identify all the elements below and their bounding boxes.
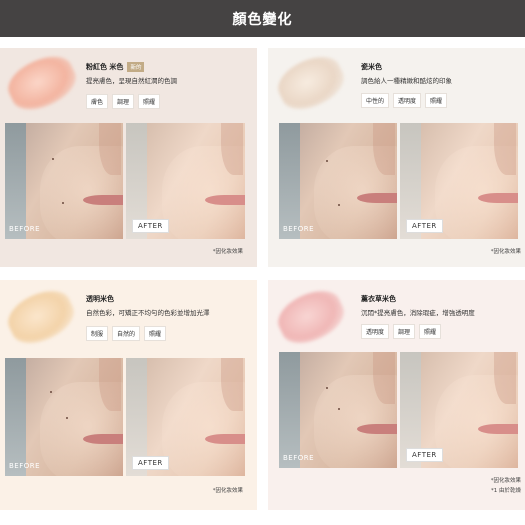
tag-list: 制服 自然的 照耀 (86, 326, 167, 341)
footnote-2: *1 由於乾燥 (491, 488, 521, 494)
after-photo: AFTER (126, 358, 245, 476)
shade-swatch (1, 47, 83, 119)
after-label: AFTER (406, 219, 443, 233)
tag-list: 透明度 調理 照耀 (361, 324, 442, 339)
page-title: 顏色變化 (232, 11, 293, 28)
shade-title: 透明米色 (86, 295, 114, 303)
shade-swatch (1, 282, 81, 352)
tag: 自然的 (112, 326, 141, 341)
tag-list: 中性的 透明度 照耀 (361, 93, 448, 108)
tag: 透明度 (393, 93, 422, 108)
tag: 調理 (393, 324, 416, 339)
before-label: BEFORE (283, 454, 315, 462)
shade-title: 瓷米色 (361, 63, 382, 71)
footnote: *因化妝效果 (212, 488, 243, 494)
after-photo: AFTER (400, 352, 518, 468)
tag: 膚色 (86, 94, 109, 109)
shade-swatch (271, 282, 351, 352)
page-header: 顏色變化 (0, 0, 525, 37)
shade-description: 調色給人一種精緻和酷炫的印象 (361, 77, 452, 85)
after-label: AFTER (406, 448, 443, 462)
shade-description: 自然色彩，可矯正不均勻的色彩並增加光澤 (86, 309, 210, 317)
footnote: *因化妝效果 (490, 478, 521, 484)
shade-card-pink-beige: 粉紅色 米色 新的 提亮膚色，呈現自然紅潤的色調 膚色 調理 照耀 BEFORE … (0, 47, 257, 267)
tag: 制服 (86, 326, 109, 341)
footnote: *因化妝效果 (490, 249, 521, 255)
shade-description: 沉悶*提亮膚色，消除瑕疵，增強透明度 (361, 309, 475, 317)
tag: 照耀 (419, 324, 442, 339)
tag: 調理 (112, 94, 135, 109)
before-label: BEFORE (283, 225, 315, 233)
after-photo: AFTER (126, 123, 245, 239)
footnote: *因化妝效果 (212, 249, 243, 255)
shade-card-clear-beige: 透明米色 自然色彩，可矯正不均勻的色彩並增加光澤 制服 自然的 照耀 BEFOR… (0, 280, 257, 510)
shade-card-lavender-beige: 薰衣草米色 沉悶*提亮膚色，消除瑕疵，增強透明度 透明度 調理 照耀 BEFOR… (268, 280, 525, 510)
before-photo: BEFORE (279, 123, 397, 239)
shade-card-porcelain-beige: 瓷米色 調色給人一種精緻和酷炫的印象 中性的 透明度 照耀 BEFORE AFT… (268, 48, 525, 267)
tag-list: 膚色 調理 照耀 (86, 94, 161, 109)
shade-swatch (271, 48, 351, 118)
tag: 照耀 (425, 93, 448, 108)
after-photo: AFTER (400, 123, 518, 239)
after-label: AFTER (132, 456, 169, 470)
new-badge: 新的 (127, 62, 145, 72)
before-photo: BEFORE (5, 358, 123, 476)
tag: 照耀 (144, 326, 167, 341)
shade-description: 提亮膚色，呈現自然紅潤的色調 (86, 77, 177, 85)
shade-title: 粉紅色 米色 新的 (86, 62, 145, 72)
before-photo: BEFORE (5, 123, 123, 239)
shade-title: 薰衣草米色 (361, 295, 396, 303)
tag: 照耀 (138, 94, 161, 109)
tag: 透明度 (361, 324, 390, 339)
before-label: BEFORE (9, 462, 41, 470)
before-label: BEFORE (9, 225, 41, 233)
after-label: AFTER (132, 219, 169, 233)
tag: 中性的 (361, 93, 390, 108)
before-photo: BEFORE (279, 352, 397, 468)
